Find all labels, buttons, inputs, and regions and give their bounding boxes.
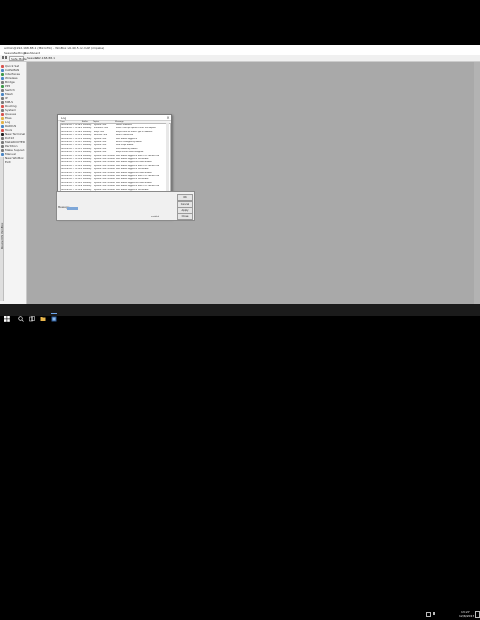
close-button[interactable]: Close: [177, 213, 193, 220]
undo-icon[interactable]: [2, 56, 4, 59]
log-window-title: Log: [61, 115, 67, 120]
vertical-label-text: RouterOS WinBox: [0, 222, 4, 249]
cancel-label: Cancel: [180, 203, 190, 206]
action-dialog: Message: enabled OK Cancel Apply Close: [56, 191, 195, 221]
redo-icon[interactable]: [5, 56, 7, 59]
network-icon[interactable]: [426, 612, 431, 617]
toolbar: Safe Mode Session: 192.168.88.1: [0, 55, 480, 62]
ok-button[interactable]: OK: [177, 194, 193, 201]
sidebar-item-label: Exit: [5, 160, 11, 164]
apply-label: Apply: [181, 209, 189, 212]
notification-icon[interactable]: [475, 611, 480, 618]
winbox-icon[interactable]: [51, 307, 57, 322]
close-icon[interactable]: ×: [165, 115, 171, 120]
ok-label: OK: [183, 196, 187, 199]
windows-start-icon[interactable]: [4, 307, 10, 322]
volume-icon[interactable]: [433, 612, 438, 615]
search-icon[interactable]: [18, 307, 24, 322]
safe-mode-button[interactable]: Safe Mode: [9, 56, 27, 61]
close-label: Close: [181, 215, 189, 218]
sidebar: Quick Set CAPsMAN Interfaces Wireless Br…: [0, 62, 27, 316]
session-value: 192.168.88.1: [35, 56, 56, 60]
message-field[interactable]: [67, 207, 78, 210]
status-text: enabled: [151, 216, 160, 218]
explorer-icon[interactable]: [40, 307, 46, 321]
taskbar: 13:27 12/6/2017: [0, 304, 480, 618]
desktop: admin@192.168.88.1 (MikroTik) - WinBox v…: [0, 45, 480, 316]
safe-mode-label: Safe Mode: [11, 56, 27, 61]
right-edge: [474, 62, 480, 316]
clock-date[interactable]: 12/6/2017: [459, 614, 474, 618]
task-view-icon[interactable]: [29, 307, 35, 322]
system-tray: 13:27 12/6/2017: [420, 608, 480, 620]
window-title: admin@192.168.88.1 (MikroTik) - WinBox v…: [4, 46, 105, 50]
sidebar-item-exit[interactable]: Exit: [1, 160, 25, 164]
sidebar-vertical-label: RouterOS WinBox: [0, 157, 4, 301]
